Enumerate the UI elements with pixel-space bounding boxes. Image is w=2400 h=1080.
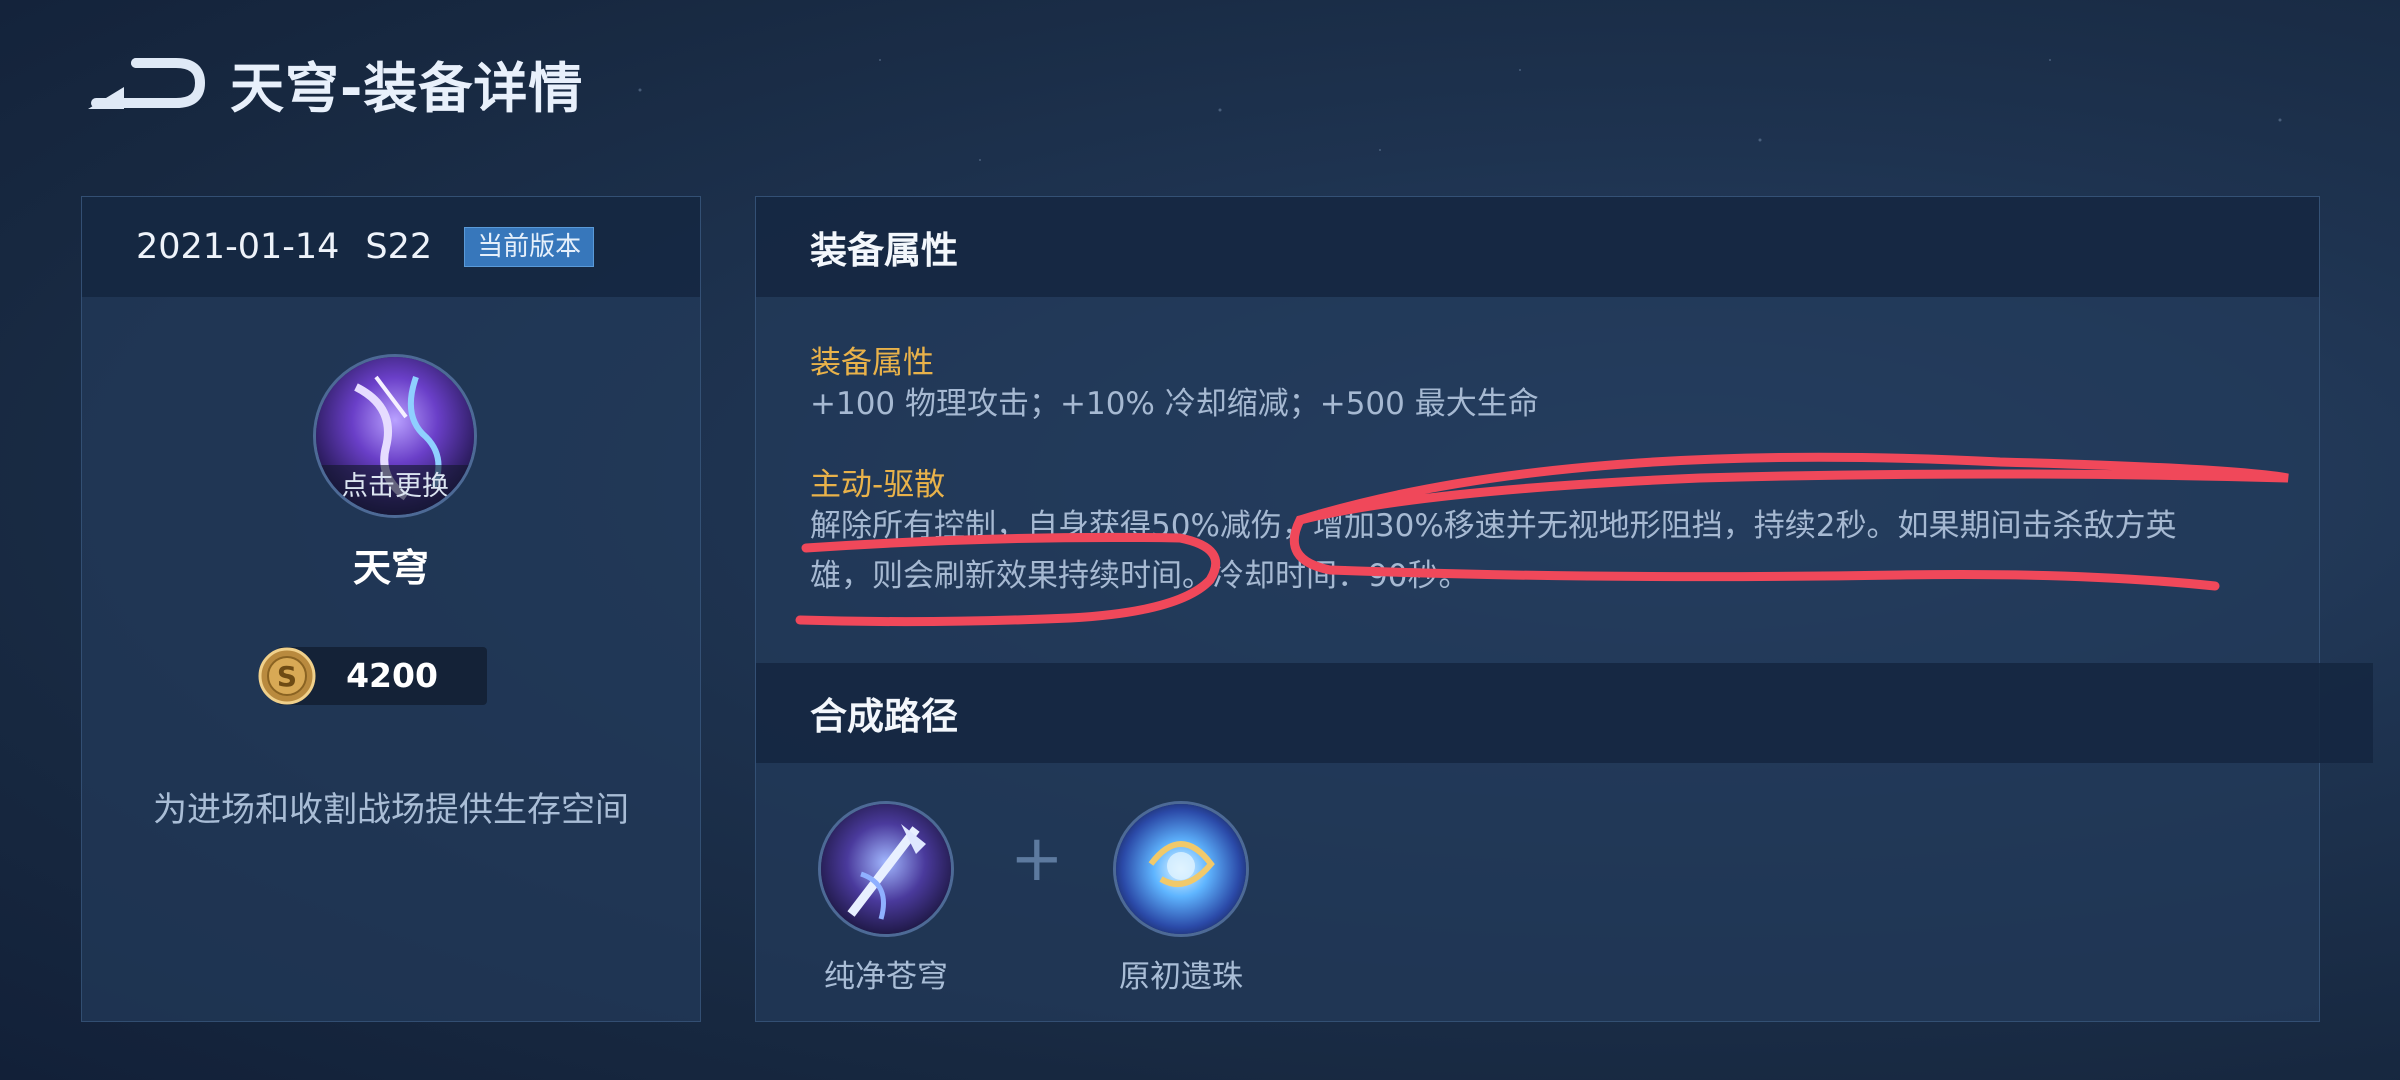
pure-sky-icon xyxy=(818,801,954,937)
item-summary-panel: 2021-01-14 S22 当前版本 点击更换 天穹 S 4200 为进场和收… xyxy=(81,196,701,1022)
season-label: S22 xyxy=(365,227,433,267)
attributes-text: +100 物理攻击；+10% 冷却缩减；+500 最大生命 xyxy=(810,386,1539,422)
recipe-section-header: 合成路径 xyxy=(756,663,2373,763)
attributes-section-header: 装备属性 xyxy=(756,197,2319,297)
item-name: 天穹 xyxy=(352,546,429,590)
item-avatar[interactable]: 点击更换 xyxy=(313,354,477,518)
page-header: 天穹-装备详情 xyxy=(84,38,583,128)
component-name: 原初遗珠 xyxy=(1119,959,1243,995)
current-version-badge: 当前版本 xyxy=(464,227,595,267)
component-name: 纯净苍穹 xyxy=(824,959,948,995)
active-skill-text: 解除所有控制，自身获得50%减伤，增加30%移速并无视地形阻挡，持续2秒。如果期… xyxy=(810,508,2177,594)
price-box: S 4200 xyxy=(258,647,487,705)
back-arrow-icon[interactable] xyxy=(84,51,208,115)
attributes-label: 装备属性 xyxy=(810,345,934,381)
item-detail-panel: 装备属性 装备属性 +100 物理攻击；+10% 冷却缩减；+500 最大生命 … xyxy=(755,196,2373,1022)
component-pure-sky[interactable]: 纯净苍穹 xyxy=(806,801,966,996)
version-bar: 2021-01-14 S22 当前版本 xyxy=(82,197,700,297)
component-primordial-pearl[interactable]: 原初遗珠 xyxy=(1101,801,1261,996)
change-item-label: 点击更换 xyxy=(316,465,474,515)
page-title: 天穹-装备详情 xyxy=(230,56,584,120)
active-skill-label: 主动-驱散 xyxy=(810,467,946,503)
plus-sign: + xyxy=(1010,822,1064,896)
primordial-pearl-icon xyxy=(1113,801,1249,937)
item-price: 4200 xyxy=(346,656,438,695)
item-description: 为进场和收割战场提供生存空间 xyxy=(153,790,629,830)
version-date: 2021-01-14 xyxy=(136,227,340,267)
